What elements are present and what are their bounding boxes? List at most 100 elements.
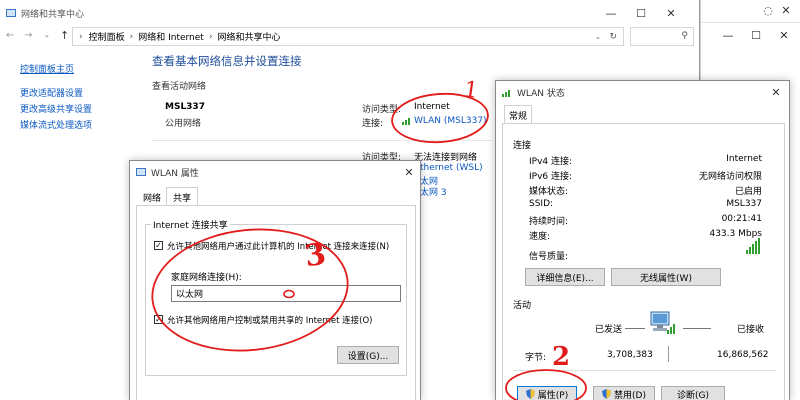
connection-section-title: 连接 bbox=[513, 141, 532, 151]
wireless-properties-button[interactable]: 无线属性(W) bbox=[611, 268, 721, 286]
annotation-number-2: 2 bbox=[552, 342, 571, 372]
allow-share-label: 允许其他网络用户通过此计算机的 Internet 连接来连接(N) bbox=[167, 242, 390, 252]
wifi-status-icon bbox=[502, 88, 512, 97]
ipv4-value: Internet bbox=[726, 154, 762, 164]
diagnose-button[interactable]: 诊断(G) bbox=[661, 386, 725, 400]
section-active-networks: 查看活动网络 bbox=[152, 82, 207, 92]
received-label: 已接收 bbox=[737, 325, 765, 335]
bytes-label: 字节: bbox=[525, 353, 547, 363]
allow-control-label: 允许其他网络用户控制或禁用共享的 Internet 连接(O) bbox=[167, 316, 373, 326]
disable-button[interactable]: 禁用(D) bbox=[593, 386, 655, 400]
wlan-status-close-button[interactable]: ✕ bbox=[761, 81, 791, 103]
ssid-label: SSID: bbox=[529, 199, 554, 209]
wlan-properties-dialog: WLAN 属性 ✕ 网络 共享 Internet 连接共享 ✓ 允许其他网络用户… bbox=[129, 160, 421, 400]
wlan-properties-titlebar: WLAN 属性 bbox=[130, 161, 420, 183]
signal-bars-icon bbox=[746, 238, 762, 254]
sidebar-item-media-streaming[interactable]: 媒体流式处理选项 bbox=[20, 118, 92, 131]
wifi-signal-icon bbox=[402, 116, 412, 125]
wlan-status-dialog: WLAN 状态 ✕ 常规 连接 IPv4 连接: Internet IPv6 连… bbox=[495, 80, 790, 400]
chevron-right-icon: › bbox=[208, 31, 213, 42]
minimize-button[interactable]: — bbox=[596, 0, 626, 26]
speed-label: 速度: bbox=[529, 232, 551, 242]
bg-maximize-button[interactable]: ☐ bbox=[741, 22, 771, 48]
chevron-right-icon: › bbox=[79, 31, 83, 42]
wlan-properties-close-button[interactable]: ✕ bbox=[394, 161, 424, 183]
tab-sharing[interactable]: 共享 bbox=[166, 187, 198, 206]
sidebar-item-adapter-settings[interactable]: 更改适配器设置 bbox=[20, 86, 83, 99]
disable-button-label: 禁用(D) bbox=[614, 390, 646, 400]
forward-arrow-icon[interactable]: → bbox=[24, 30, 32, 41]
home-network-value: 以太网 bbox=[176, 290, 204, 300]
wlan-properties-title: WLAN 属性 bbox=[151, 168, 199, 179]
received-line bbox=[683, 328, 711, 329]
allow-control-checkbox[interactable]: ✓ bbox=[154, 315, 163, 324]
bg-close-button[interactable]: ✕ bbox=[769, 22, 799, 48]
details-button[interactable]: 详细信息(E)... bbox=[525, 268, 605, 286]
network-name: MSL337 bbox=[165, 102, 205, 112]
up-arrow-icon[interactable]: ↑ bbox=[60, 29, 69, 42]
signal-quality-label: 信号质量: bbox=[529, 252, 569, 262]
access-type-label: 访问类型: bbox=[362, 105, 402, 115]
sharing-panel: Internet 连接共享 ✓ 允许其他网络用户通过此计算机的 Internet… bbox=[136, 205, 416, 400]
shield-icon bbox=[525, 389, 535, 399]
wlan-connection-link[interactable]: WLAN (MSL337) bbox=[414, 116, 487, 126]
ipv6-label: IPv6 连接: bbox=[529, 172, 573, 182]
page-title: 查看基本网络信息并设置连接 bbox=[152, 54, 302, 68]
close-button[interactable]: ✕ bbox=[656, 0, 686, 26]
ipv6-value: 无网络访问权限 bbox=[698, 172, 762, 182]
allow-share-checkbox[interactable]: ✓ bbox=[154, 241, 163, 250]
main-titlebar: 网络和共享中心 bbox=[0, 0, 700, 26]
refresh-icon[interactable]: ↻ bbox=[609, 32, 617, 42]
bg-minimize-button[interactable]: — bbox=[713, 22, 743, 48]
home-network-field[interactable]: 以太网 bbox=[171, 285, 401, 302]
ssid-value: MSL337 bbox=[726, 199, 762, 209]
address-field[interactable]: › 控制面板 › 网络和 Internet › 网络和共享中心 ⌄ ↻ bbox=[72, 27, 624, 46]
chevron-right-icon: › bbox=[129, 31, 134, 42]
maximize-button[interactable]: ☐ bbox=[626, 0, 656, 26]
back-arrow-icon[interactable]: ← bbox=[6, 30, 14, 41]
recent-dropdown-icon[interactable]: ⌄ bbox=[44, 31, 50, 39]
sidebar-item-control-panel-home[interactable]: 控制面板主页 bbox=[20, 62, 74, 75]
wlan-status-title: WLAN 状态 bbox=[517, 88, 565, 99]
ethernet-wsl-link[interactable]: thernet (WSL) bbox=[420, 163, 483, 173]
network-type: 公用网络 bbox=[165, 119, 202, 129]
diagnose-button-label: 诊断(G) bbox=[677, 390, 709, 400]
breadcrumb-network-internet[interactable]: 网络和 Internet bbox=[138, 30, 204, 43]
duration-label: 持续时间: bbox=[529, 217, 569, 227]
search-input[interactable]: ⚲ bbox=[630, 27, 694, 46]
ethernet-3-link[interactable]: 太网 3 bbox=[420, 185, 447, 198]
duration-value: 00:21:41 bbox=[721, 214, 762, 224]
tab-network[interactable]: 网络 bbox=[138, 189, 166, 205]
activity-section-title: 活动 bbox=[513, 301, 532, 311]
wlan-adapter-icon bbox=[136, 168, 146, 176]
settings-button-label: 设置(G)... bbox=[347, 351, 389, 362]
breadcrumb-control-panel[interactable]: 控制面板 bbox=[89, 30, 125, 43]
wlan-status-titlebar: WLAN 状态 bbox=[496, 81, 789, 103]
status-panel: 连接 IPv4 连接: Internet IPv6 连接: 无网络访问权限 媒体… bbox=[502, 123, 785, 400]
properties-button[interactable]: 属性(P) bbox=[517, 386, 577, 400]
sent-line bbox=[625, 328, 645, 329]
media-state-value: 已启用 bbox=[734, 187, 762, 197]
media-state-label: 媒体状态: bbox=[529, 187, 569, 197]
computer-network-icon bbox=[649, 310, 679, 336]
bg-close-icon-top[interactable]: ✕ bbox=[771, 0, 800, 20]
bytes-received-value: 16,868,562 bbox=[717, 350, 769, 360]
home-network-label: 家庭网络连接(H): bbox=[171, 273, 242, 283]
window-title: 网络和共享中心 bbox=[21, 9, 85, 20]
breadcrumb-network-center[interactable]: 网络和共享中心 bbox=[217, 30, 280, 43]
bytes-divider bbox=[668, 346, 669, 362]
connection-label: 连接: bbox=[362, 119, 384, 129]
bytes-sent-value: 3,708,383 bbox=[607, 350, 653, 360]
access-type-value: Internet bbox=[414, 102, 450, 112]
network-center-icon bbox=[6, 9, 16, 17]
tab-general[interactable]: 常规 bbox=[504, 105, 532, 124]
wireless-properties-button-label: 无线属性(W) bbox=[640, 273, 692, 284]
ics-group-title: Internet 连接共享 bbox=[151, 218, 230, 231]
sidebar-item-advanced-sharing[interactable]: 更改高级共享设置 bbox=[20, 102, 92, 115]
details-button-label: 详细信息(E)... bbox=[536, 273, 594, 284]
network-divider bbox=[152, 140, 492, 141]
ipv4-label: IPv4 连接: bbox=[529, 157, 573, 167]
properties-button-label: 属性(P) bbox=[537, 390, 569, 400]
settings-button[interactable]: 设置(G)... bbox=[337, 346, 399, 364]
address-dropdown-icon[interactable]: ⌄ bbox=[595, 33, 601, 41]
